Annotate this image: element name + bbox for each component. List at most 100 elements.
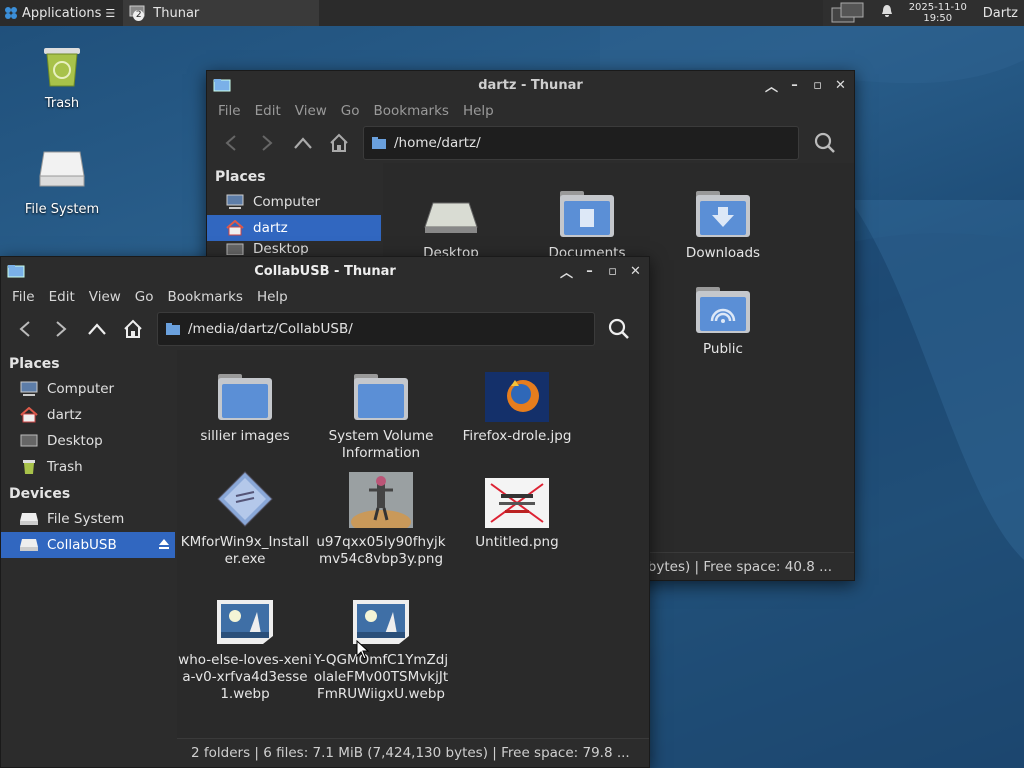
clock-time: 19:50 (923, 13, 953, 24)
side-pane: Places Computer dartz Desktop Trash Devi… (1, 350, 175, 740)
file-item[interactable]: Public (655, 271, 791, 358)
sidebar-item-computer[interactable]: Computer (207, 189, 381, 215)
file-label: System Volume Information (328, 428, 434, 461)
desktop-trash-label: Trash (44, 96, 80, 111)
thunar-window-icon (213, 79, 231, 92)
search-button[interactable] (805, 127, 845, 159)
close-button[interactable]: ✕ (833, 78, 848, 93)
menu-edit[interactable]: Edit (42, 289, 82, 305)
notification-bell-icon[interactable] (877, 4, 897, 22)
folder-small-icon (372, 137, 386, 149)
sidebar-item-label: Trash (47, 459, 83, 475)
file-item[interactable]: KMforWin9x_Installer.exe (177, 464, 313, 568)
documents-folder-icon (555, 175, 619, 239)
user-menu[interactable]: Dartz (973, 6, 1024, 21)
back-button[interactable] (7, 313, 43, 345)
window-titlebar[interactable]: dartz - Thunar ︿ – ▫ ✕ (207, 71, 854, 99)
location-path: /home/dartz/ (394, 135, 481, 151)
sidebar-item-desktop[interactable]: Desktop (207, 241, 381, 255)
status-text: 2 folders | 6 files: 7.1 MiB (7,424,130 … (191, 744, 630, 761)
home-button[interactable] (321, 127, 357, 159)
workspace-switcher[interactable] (831, 2, 865, 24)
forward-button[interactable] (43, 313, 79, 345)
thunar-task-icon: 2 (129, 4, 147, 22)
thunar-window-collabusb: CollabUSB - Thunar ︿ – ▫ ✕ File Edit Vie… (0, 256, 650, 768)
shade-button[interactable]: ︿ (559, 264, 574, 281)
applications-label: Applications (22, 5, 102, 21)
file-item[interactable]: Untitled.png (449, 464, 585, 551)
computer-icon (19, 380, 39, 398)
minimize-button[interactable]: – (787, 78, 802, 93)
sidebar-item-label: dartz (253, 220, 288, 236)
menu-bookmarks[interactable]: Bookmarks (161, 289, 250, 305)
file-label: Downloads (685, 245, 761, 261)
file-label: Untitled.png (475, 534, 559, 550)
file-item[interactable]: Downloads (655, 175, 791, 262)
parent-folder-button[interactable] (79, 313, 115, 345)
file-label: Public (703, 341, 743, 357)
public-folder-icon (691, 271, 755, 335)
file-item[interactable]: who-else-loves-xenia-v0-xrfva4d3esse1.we… (177, 582, 313, 703)
downloads-folder-icon (691, 175, 755, 239)
drive-icon (19, 510, 39, 528)
desktop-file-system[interactable]: File System (17, 148, 107, 217)
window-titlebar[interactable]: CollabUSB - Thunar ︿ – ▫ ✕ (1, 257, 649, 285)
location-bar[interactable]: /home/dartz/ (363, 126, 799, 160)
menu-go[interactable]: Go (128, 289, 161, 305)
file-item[interactable]: sillier images (177, 358, 313, 445)
menu-help[interactable]: Help (456, 103, 501, 119)
applications-menu-button[interactable]: Applications ☰ (0, 0, 119, 26)
eject-icon[interactable] (157, 537, 171, 555)
minimize-button[interactable]: – (582, 264, 597, 279)
sidebar-item-desktop[interactable]: Desktop (1, 428, 175, 454)
home-icon (225, 219, 245, 237)
search-button[interactable] (599, 313, 639, 345)
sidebar-item-label: File System (47, 511, 125, 527)
sidebar-item-dartz[interactable]: dartz (1, 402, 175, 428)
menu-view[interactable]: View (82, 289, 128, 305)
sidebar-item-file-system[interactable]: File System (1, 506, 175, 532)
shade-button[interactable]: ︿ (764, 78, 779, 95)
file-item[interactable]: Documents (519, 175, 655, 262)
menu-help[interactable]: Help (250, 289, 295, 305)
panel-clock[interactable]: 2025-11-10 19:50 (903, 2, 973, 24)
menu-view[interactable]: View (288, 103, 334, 119)
desktop-trash[interactable]: Trash (17, 42, 107, 111)
menu-indicator-icon: ☰ (105, 6, 116, 20)
task-count-badge: 2 (133, 10, 145, 21)
folder-icon (349, 358, 413, 422)
sidebar-item-collabusb[interactable]: CollabUSB (1, 532, 175, 558)
file-item[interactable]: Y-QGMOmfC1YmZdjolaleFMv00TSMvkjJtFmRUWii… (313, 582, 449, 703)
taskbar-thunar-button[interactable]: 2 Thunar (123, 0, 320, 26)
close-button[interactable]: ✕ (628, 264, 643, 279)
window-title: CollabUSB - Thunar (254, 263, 396, 279)
menu-file[interactable]: File (5, 289, 42, 305)
maximize-button[interactable]: ▫ (605, 264, 620, 279)
sidebar-item-trash[interactable]: Trash (1, 454, 175, 480)
drive-icon (38, 148, 86, 196)
usb-drive-icon (19, 536, 39, 554)
home-button[interactable] (115, 313, 151, 345)
menu-file[interactable]: File (211, 103, 248, 119)
back-button[interactable] (213, 127, 249, 159)
toolbar: /home/dartz/ (207, 123, 854, 163)
trash-icon (38, 42, 86, 90)
file-item[interactable]: u97qxx05ly90fhyjkmv54c8vbp3y.png (313, 464, 449, 568)
maximize-button[interactable]: ▫ (810, 78, 825, 93)
menu-bookmarks[interactable]: Bookmarks (367, 103, 456, 119)
sidebar-item-computer[interactable]: Computer (1, 376, 175, 402)
thunar-window-icon (7, 265, 25, 278)
file-item[interactable]: Desktop (383, 175, 519, 262)
desktop-icon (225, 241, 245, 255)
parent-folder-button[interactable] (285, 127, 321, 159)
file-item[interactable]: System Volume Information (313, 358, 449, 462)
sidebar-item-dartz[interactable]: dartz (207, 215, 381, 241)
forward-button[interactable] (249, 127, 285, 159)
menu-edit[interactable]: Edit (248, 103, 288, 119)
menubar: File Edit View Go Bookmarks Help (1, 285, 649, 309)
menu-go[interactable]: Go (334, 103, 367, 119)
panel-tray: 2025-11-10 19:50 Dartz (822, 0, 1024, 26)
file-item[interactable]: Firefox-drole.jpg (449, 358, 585, 445)
top-panel: Applications ☰ 2 Thunar 2025-11-10 19:50… (0, 0, 1024, 26)
location-bar[interactable]: /media/dartz/CollabUSB/ (157, 312, 595, 346)
